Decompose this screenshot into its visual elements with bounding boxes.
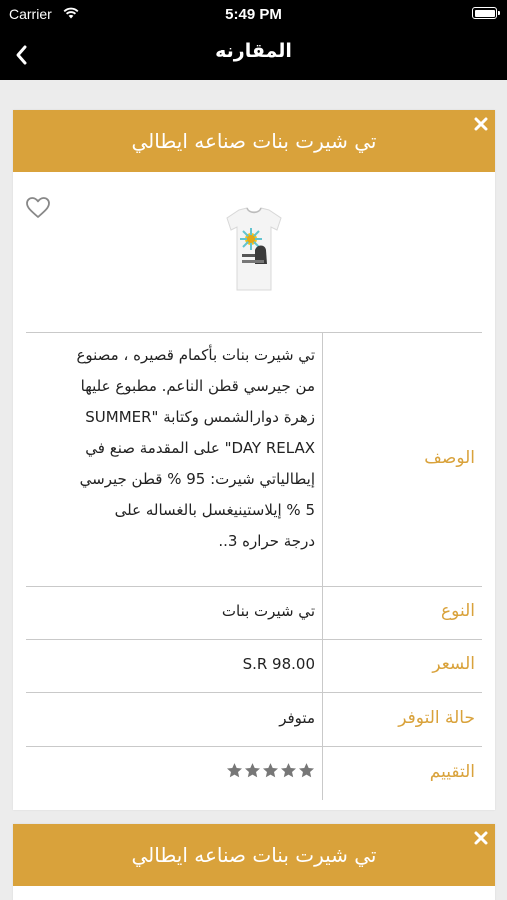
description-line: من جيرسي قطن الناعم. مطبوع عليها: [80, 377, 315, 395]
description-label: الوصف: [424, 448, 475, 468]
card-title: تي شيرت بنات صناعه ايطالي: [131, 843, 377, 867]
rating-stars: [223, 762, 315, 780]
star-icon: [298, 763, 315, 778]
card-title: تي شيرت بنات صناعه ايطالي: [131, 129, 377, 153]
description-line: 5 % إيلاستينيغسل بالغساله على: [114, 501, 315, 519]
close-icon[interactable]: [473, 830, 489, 846]
close-icon[interactable]: [473, 116, 489, 132]
star-icon: [244, 763, 261, 778]
description-line: إيطالياتي شيرت: 95 % قطن جيرسي: [79, 470, 315, 488]
row-divider: [26, 746, 482, 747]
star-icon: [226, 763, 243, 778]
top-bar: Carrier 5:49 PM المقارنه: [0, 0, 507, 80]
star-icon: [262, 763, 279, 778]
heart-icon[interactable]: [25, 196, 51, 220]
description-line: تي شيرت بنات بأكمام قصيره ، مصنوع: [76, 346, 315, 364]
row-divider: [26, 586, 482, 587]
star-icon: [280, 763, 297, 778]
card-header: تي شيرت بنات صناعه ايطالي: [13, 110, 495, 172]
type-value: تي شيرت بنات: [221, 602, 315, 620]
row-divider: [26, 692, 482, 693]
column-divider: [322, 332, 323, 800]
row-divider: [26, 639, 482, 640]
price-label: السعر: [432, 654, 475, 674]
rating-label: التقييم: [429, 762, 475, 782]
type-label: النوع: [441, 601, 475, 621]
status-bar: Carrier 5:49 PM: [0, 0, 507, 28]
card-header: تي شيرت بنات صناعه ايطالي: [13, 824, 495, 886]
comparison-card: تي شيرت بنات صناعه ايطالي الوصف تي شيرت …: [13, 110, 495, 810]
row-divider: [26, 332, 482, 333]
description-line: درجة حراره 3..: [218, 532, 315, 550]
battery-icon: [472, 7, 500, 19]
description-line: DAY RELAX" على المقدمة صنع في: [85, 439, 315, 457]
description-value: تي شيرت بنات بأكمام قصيره ، مصنوع من جير…: [27, 340, 315, 557]
price-value: S.R 98.00: [242, 655, 315, 673]
page-title: المقارنه: [215, 40, 292, 62]
availability-label: حالة التوفر: [398, 708, 475, 728]
description-line: زهرة دوارالشمس وكتابة "SUMMER: [85, 408, 315, 426]
comparison-card: تي شيرت بنات صناعه ايطالي: [13, 824, 495, 900]
availability-value: متوفر: [279, 709, 315, 727]
product-image[interactable]: [219, 206, 289, 294]
status-time: 5:49 PM: [225, 6, 282, 23]
